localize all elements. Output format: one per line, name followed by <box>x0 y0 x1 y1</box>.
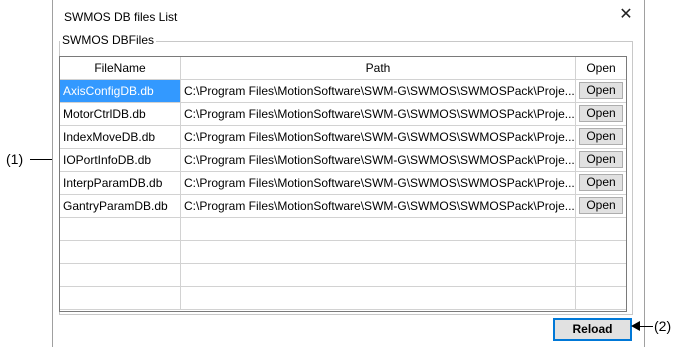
cell-path[interactable]: C:\Program Files\MotionSoftware\SWM-G\SW… <box>181 195 576 218</box>
cell-path[interactable]: C:\Program Files\MotionSoftware\SWM-G\SW… <box>181 149 576 172</box>
cell-path[interactable]: C:\Program Files\MotionSoftware\SWM-G\SW… <box>181 103 576 126</box>
table-row[interactable]: IndexMoveDB.db C:\Program Files\MotionSof… <box>60 126 626 149</box>
cell-open: Open <box>576 80 626 103</box>
column-header-path[interactable]: Path <box>181 57 576 80</box>
empty-cell <box>60 218 181 241</box>
empty-table-row <box>60 218 626 241</box>
cell-filename[interactable]: GantryParamDB.db <box>60 195 181 218</box>
open-button[interactable]: Open <box>579 105 623 122</box>
table-row[interactable]: AxisConfigDB.db C:\Program Files\MotionSo… <box>60 80 626 103</box>
open-button[interactable]: Open <box>579 82 623 99</box>
empty-cell <box>576 218 626 241</box>
cell-filename[interactable]: InterpParamDB.db <box>60 172 181 195</box>
table-row[interactable]: IOPortInfoDB.db C:\Program Files\MotionSo… <box>60 149 626 172</box>
reload-button[interactable]: Reload <box>553 318 632 341</box>
callout-2-label: (2) <box>654 318 672 334</box>
empty-cell <box>181 218 576 241</box>
table-row[interactable]: InterpParamDB.db C:\Program Files\MotionS… <box>60 172 626 195</box>
callout-1-label: (1) <box>6 151 24 167</box>
dialog-window: SWMOS DB files List ✕ SWMOS DBFiles File… <box>52 0 645 347</box>
cell-open: Open <box>576 172 626 195</box>
callout-2-arrow <box>639 326 653 327</box>
empty-cell <box>181 241 576 264</box>
column-header-open[interactable]: Open <box>576 57 626 80</box>
table-header-row: FileName Path Open <box>60 57 626 80</box>
cell-filename[interactable]: IndexMoveDB.db <box>60 126 181 149</box>
table-row[interactable]: MotorCtrlDB.db C:\Program Files\MotionSof… <box>60 103 626 126</box>
empty-cell <box>60 264 181 287</box>
open-button[interactable]: Open <box>579 151 623 168</box>
empty-cell <box>60 241 181 264</box>
empty-cell <box>181 264 576 287</box>
cell-open: Open <box>576 103 626 126</box>
open-button[interactable]: Open <box>579 197 623 214</box>
column-header-filename[interactable]: FileName <box>60 57 181 80</box>
cell-open: Open <box>576 149 626 172</box>
cell-open: Open <box>576 126 626 149</box>
empty-cell <box>576 241 626 264</box>
cell-path[interactable]: C:\Program Files\MotionSoftware\SWM-G\SW… <box>181 80 576 103</box>
empty-table-row <box>60 264 626 287</box>
dbfiles-group-label: SWMOS DBFiles <box>60 33 157 47</box>
cell-filename[interactable]: IOPortInfoDB.db <box>60 149 181 172</box>
empty-cell <box>60 287 181 310</box>
dbfiles-table: FileName Path Open AxisConfigDB.db C:\Pro… <box>59 56 627 312</box>
empty-table-row <box>60 241 626 264</box>
close-icon[interactable]: ✕ <box>618 7 634 23</box>
open-button[interactable]: Open <box>579 128 623 145</box>
dialog-title: SWMOS DB files List <box>64 10 178 24</box>
cell-path[interactable]: C:\Program Files\MotionSoftware\SWM-G\SW… <box>181 126 576 149</box>
empty-cell <box>181 287 576 310</box>
cell-filename[interactable]: AxisConfigDB.db <box>60 80 181 103</box>
empty-cell <box>576 287 626 310</box>
open-button[interactable]: Open <box>579 174 623 191</box>
cell-open: Open <box>576 195 626 218</box>
cell-path[interactable]: C:\Program Files\MotionSoftware\SWM-G\SW… <box>181 172 576 195</box>
empty-cell <box>576 264 626 287</box>
empty-table-row <box>60 287 626 310</box>
cell-filename[interactable]: MotorCtrlDB.db <box>60 103 181 126</box>
table-row[interactable]: GantryParamDB.db C:\Program Files\MotionS… <box>60 195 626 218</box>
